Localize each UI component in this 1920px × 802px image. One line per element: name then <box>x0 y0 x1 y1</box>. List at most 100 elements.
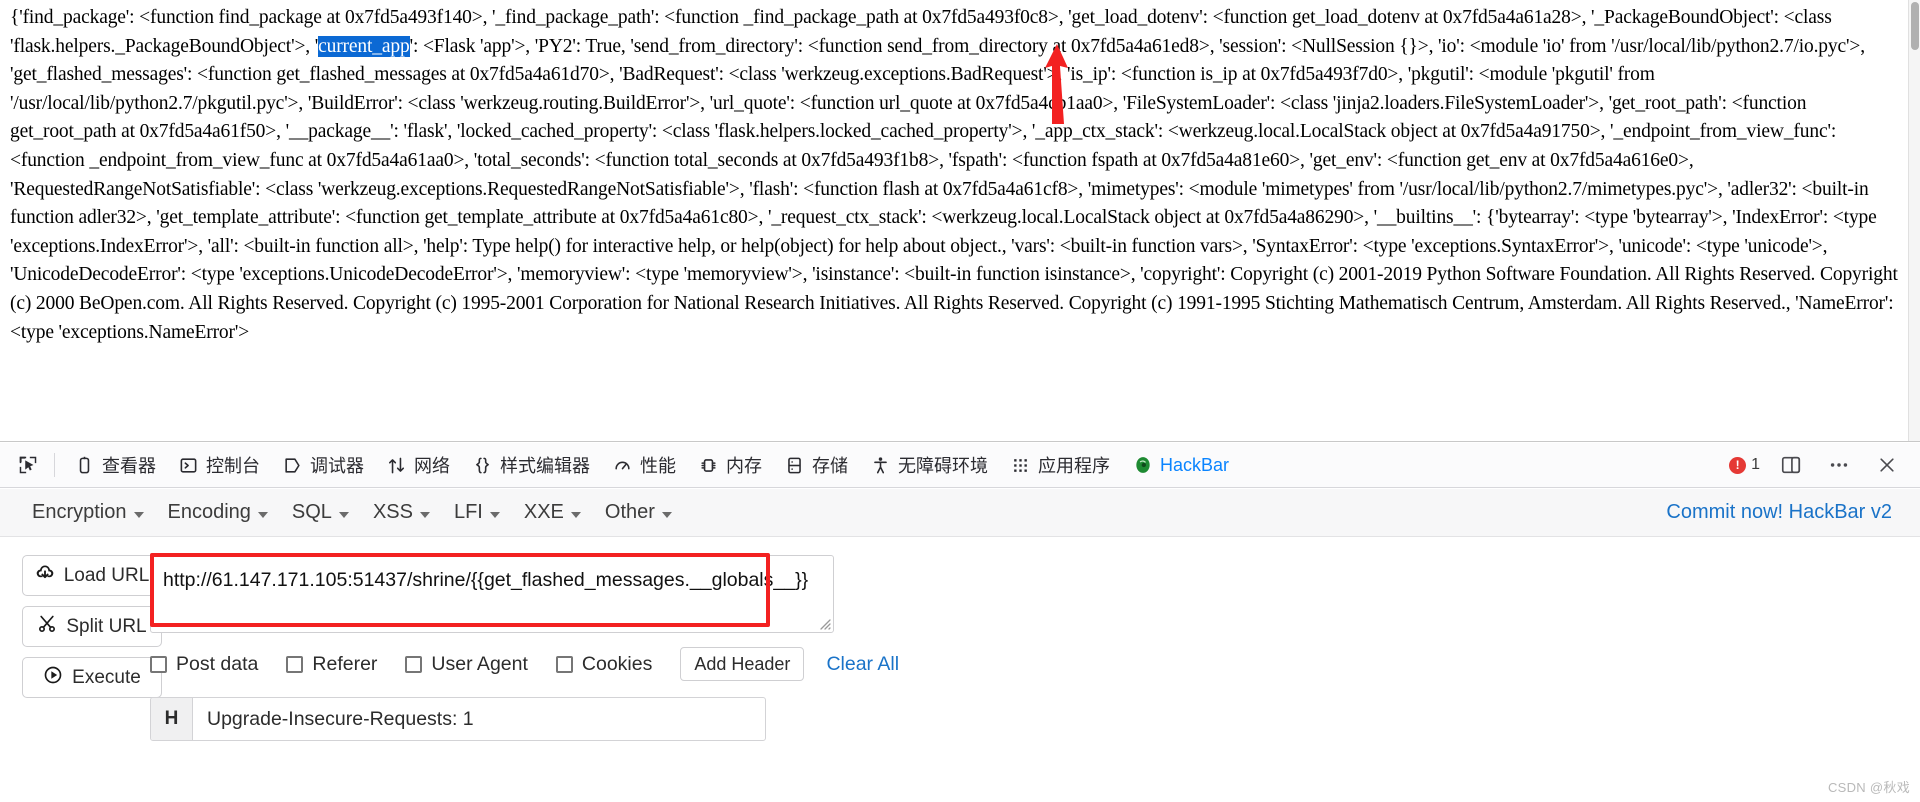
hackbar-menu-label: Encryption <box>32 501 127 523</box>
execute-label: Execute <box>72 666 141 688</box>
play-icon <box>43 665 63 691</box>
hackbar-menu-lfi[interactable]: LFI <box>444 495 514 530</box>
devtools-tab-label: HackBar <box>1160 454 1230 475</box>
devtools-tab-memory[interactable]: 内存 <box>687 447 773 483</box>
hackbar-action-buttons: Load URL Split URL Execute <box>22 555 162 698</box>
devtools-tab-console[interactable]: 控制台 <box>167 447 271 483</box>
toolbar-divider <box>54 453 55 477</box>
hackbar-menu-xss[interactable]: XSS <box>363 495 444 530</box>
performance-icon <box>612 455 633 476</box>
hackbar-icon <box>1132 455 1153 476</box>
checkbox-icon[interactable] <box>150 655 167 673</box>
chevron-down-icon <box>257 511 268 518</box>
hackbar-menu-label: LFI <box>453 501 483 523</box>
devtools-tab-storage[interactable]: 存储 <box>773 447 859 483</box>
cookies-label: Cookies <box>581 652 653 675</box>
watermark: CSDN @秋戏 <box>1827 780 1910 795</box>
storage-icon <box>784 455 805 476</box>
devtools-tab-style-editor[interactable]: 样式编辑器 <box>461 447 601 483</box>
chevron-down-icon <box>661 511 672 518</box>
page-scrollbar[interactable] <box>1908 0 1920 441</box>
memory-icon <box>698 455 719 476</box>
devtools-tab-label: 控制台 <box>206 456 260 476</box>
devtools-tab-label: 内存 <box>726 456 762 476</box>
page-scrollbar-thumb[interactable] <box>1911 2 1919 50</box>
debugger-icon <box>282 455 303 476</box>
hackbar-body: Load URL Split URL Execute http://61.147… <box>0 537 1920 741</box>
url-textarea-value[interactable]: http://61.147.171.105:51437/shrine/{{get… <box>163 567 809 593</box>
flask-globals-dump: {'find_package': <function find_package … <box>10 4 1908 347</box>
header-type-tag: H <box>151 698 193 740</box>
user-agent-label: User Agent <box>431 652 528 675</box>
cookies-checkbox[interactable]: Cookies <box>555 652 653 676</box>
devtools-tab-application[interactable]: 应用程序 <box>999 447 1121 483</box>
post-data-checkbox[interactable]: Post data <box>150 653 258 676</box>
devtools-tab-inspector[interactable]: 查看器 <box>63 447 167 483</box>
error-icon: ! <box>1729 456 1747 474</box>
browser-page-content: {'find_package': <function find_package … <box>0 0 1920 442</box>
devtools-tab-hackbar[interactable]: HackBar <box>1121 447 1240 483</box>
hackbar-menu-encryption[interactable]: Encryption <box>22 495 158 530</box>
error-count-label: 1 <box>1751 456 1760 473</box>
hackbar-menu-label: Other <box>604 501 655 523</box>
hackbar-panel: Encryption Encoding SQL XSS LFI XXE Othe… <box>0 489 1920 802</box>
more-options-icon <box>1830 463 1848 467</box>
hackbar-menubar: Encryption Encoding SQL XSS LFI XXE Othe… <box>0 489 1920 537</box>
textarea-resize-grip[interactable] <box>815 614 831 630</box>
devtools-tab-label: 查看器 <box>102 456 156 476</box>
hackbar-menu-label: SQL <box>291 501 332 523</box>
split-url-button[interactable]: Split URL <box>22 606 162 647</box>
scissors-icon <box>37 614 57 640</box>
devtools-tab-debugger[interactable]: 调试器 <box>271 447 375 483</box>
hackbar-menu-label: XSS <box>372 501 413 523</box>
devtools-tab-accessibility[interactable]: 无障碍环境 <box>859 447 999 483</box>
element-picker-icon <box>19 456 37 474</box>
dump-text-after: ': <Flask 'app'>, 'PY2': True, 'send_fro… <box>10 35 1903 343</box>
execute-button[interactable]: Execute <box>22 657 162 698</box>
add-header-button[interactable]: Add Header <box>680 647 805 681</box>
hackbar-menu-encoding[interactable]: Encoding <box>158 495 282 530</box>
chevron-down-icon <box>489 511 500 518</box>
accessibility-icon <box>870 455 891 476</box>
load-url-label: Load URL <box>63 564 150 586</box>
split-url-label: Split URL <box>66 615 147 637</box>
element-picker-button[interactable] <box>10 447 46 483</box>
checkbox-icon[interactable] <box>405 655 423 673</box>
hackbar-commit-link[interactable]: Commit now! HackBar v2 <box>1666 501 1892 524</box>
split-console-button[interactable] <box>1774 448 1808 482</box>
header-row[interactable]: H Upgrade-Insecure-Requests: 1 <box>150 697 766 741</box>
error-count-badge[interactable]: ! 1 <box>1729 456 1760 474</box>
header-value-input[interactable]: Upgrade-Insecure-Requests: 1 <box>193 698 765 740</box>
devtools-toolbar: 查看器 控制台 调试器 网络 样式编辑器 性能 内存 存储 无障碍环境 应用程序… <box>0 443 1920 488</box>
checkbox-icon[interactable] <box>286 655 304 673</box>
clear-all-link[interactable]: Clear All <box>826 653 899 676</box>
devtools-tab-label: 调试器 <box>310 456 364 476</box>
more-options-button[interactable] <box>1822 448 1856 482</box>
hackbar-menu-label: XXE <box>523 501 564 523</box>
chevron-down-icon <box>419 511 430 518</box>
selected-text-current-app[interactable]: current_app <box>318 35 410 57</box>
hackbar-menu-sql[interactable]: SQL <box>282 495 363 530</box>
split-console-icon <box>1781 456 1801 474</box>
close-icon <box>1880 458 1894 472</box>
close-devtools-button[interactable] <box>1870 448 1904 482</box>
devtools-tab-label: 无障碍环境 <box>898 456 988 476</box>
referer-checkbox[interactable]: Referer <box>286 653 377 676</box>
user-agent-checkbox[interactable]: User Agent <box>405 652 528 676</box>
chevron-down-icon <box>338 511 349 518</box>
load-url-button[interactable]: Load URL <box>22 555 162 596</box>
hackbar-menu-xxe[interactable]: XXE <box>514 495 595 530</box>
network-icon <box>386 455 407 476</box>
devtools-tab-label: 存储 <box>812 456 848 476</box>
application-icon <box>1010 455 1031 476</box>
devtools-tab-performance[interactable]: 性能 <box>601 447 687 483</box>
url-textarea[interactable]: http://61.147.171.105:51437/shrine/{{get… <box>150 555 834 633</box>
devtools-toolbar-right: ! 1 <box>1729 448 1910 482</box>
devtools-tab-label: 样式编辑器 <box>500 456 590 476</box>
inspector-icon <box>74 455 95 476</box>
devtools-tab-label: 网络 <box>414 456 450 476</box>
style-editor-icon <box>472 455 493 476</box>
hackbar-menu-other[interactable]: Other <box>595 495 686 530</box>
devtools-tab-network[interactable]: 网络 <box>375 447 461 483</box>
checkbox-icon[interactable] <box>555 655 573 673</box>
